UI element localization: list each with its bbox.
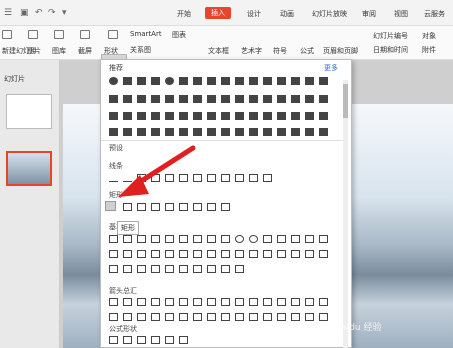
annotation-arrow-icon: [118, 145, 196, 197]
watermark: Baidu 经验: [335, 323, 382, 333]
